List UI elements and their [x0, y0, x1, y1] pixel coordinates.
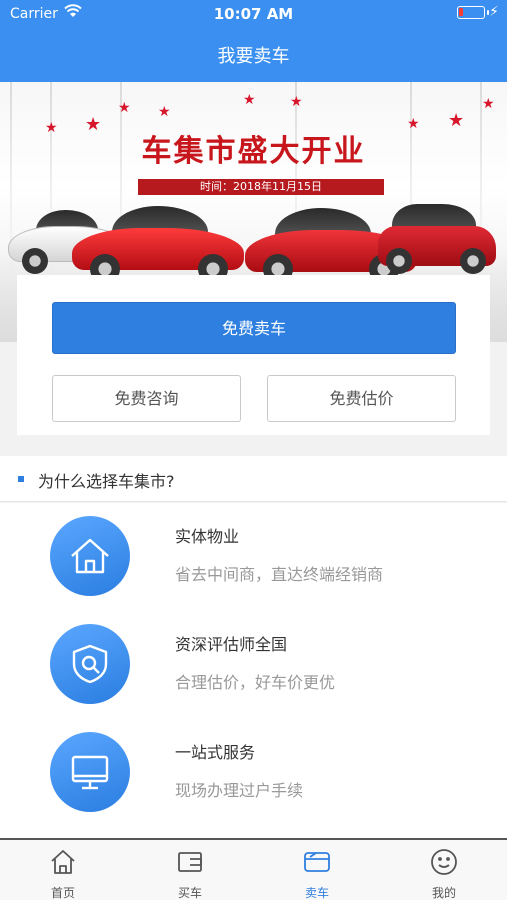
tab-buy[interactable]: 买车	[127, 840, 253, 900]
feature-item: 一站式服务 现场办理过户手续	[0, 719, 507, 827]
star-icon: ★	[243, 92, 256, 108]
tab-label: 买车	[177, 886, 202, 900]
card-icon	[304, 852, 330, 872]
status-bar: Carrier 10:07 AM ⚡	[0, 0, 507, 28]
banner-headline: 车集市盛大开业	[141, 134, 366, 169]
car-image-red-suv	[378, 202, 496, 276]
tab-label: 首页	[50, 886, 75, 900]
free-estimate-button[interactable]: 免费估价	[267, 375, 456, 422]
car-image-red-1	[72, 204, 244, 284]
banner-date: 时间：2018年11月15日	[138, 179, 384, 195]
feature-title: 资深评估师全国	[175, 635, 288, 654]
top-bar: Carrier 10:07 AM ⚡ 我要卖车	[0, 0, 507, 82]
star-icon: ★	[290, 94, 303, 110]
feature-desc: 省去中间商，直达终端经销商	[175, 565, 384, 584]
wallet-icon	[178, 852, 202, 872]
shield-search-icon	[50, 624, 130, 704]
feature-title: 一站式服务	[175, 743, 256, 762]
tab-label: 我的	[431, 886, 456, 900]
feature-desc: 现场办理过户手续	[175, 781, 304, 800]
free-consult-button[interactable]: 免费咨询	[52, 375, 241, 422]
battery-icon	[457, 6, 489, 19]
star-icon: ★	[118, 100, 131, 116]
feature-item: 实体物业 省去中间商，直达终端经销商	[0, 503, 507, 611]
tab-profile[interactable]: 我的	[381, 840, 507, 900]
tab-label: 卖车	[304, 886, 329, 900]
home-icon	[51, 850, 75, 874]
feature-item: 资深评估师全国 合理估价，好车价更优	[0, 611, 507, 719]
clock: 10:07 AM	[213, 5, 294, 23]
house-icon	[50, 516, 130, 596]
tab-sell[interactable]: 卖车	[254, 840, 380, 900]
why-section-header: 为什么选择车集市?	[0, 456, 507, 502]
star-icon: ★	[482, 96, 495, 112]
sell-action-card: 免费卖车 免费咨询 免费估价	[17, 275, 490, 435]
smiley-icon	[431, 849, 457, 875]
why-heading: 为什么选择车集市?	[38, 472, 175, 491]
charging-icon: ⚡	[489, 4, 499, 20]
tab-home[interactable]: 首页	[0, 840, 126, 900]
feature-desc: 合理估价，好车价更优	[175, 673, 336, 692]
feature-title: 实体物业	[175, 527, 240, 546]
star-icon: ★	[158, 104, 171, 120]
feature-list: 实体物业 省去中间商，直达终端经销商 资深评估师全国 合理估价，好车价更优 一站…	[0, 503, 507, 838]
bottom-tab-bar: 首页 买车 卖车 我的	[0, 838, 507, 900]
bullet-marker	[18, 476, 24, 482]
monitor-icon	[50, 732, 130, 812]
free-sell-button[interactable]: 免费卖车	[52, 302, 456, 354]
page-title: 我要卖车	[217, 46, 290, 67]
